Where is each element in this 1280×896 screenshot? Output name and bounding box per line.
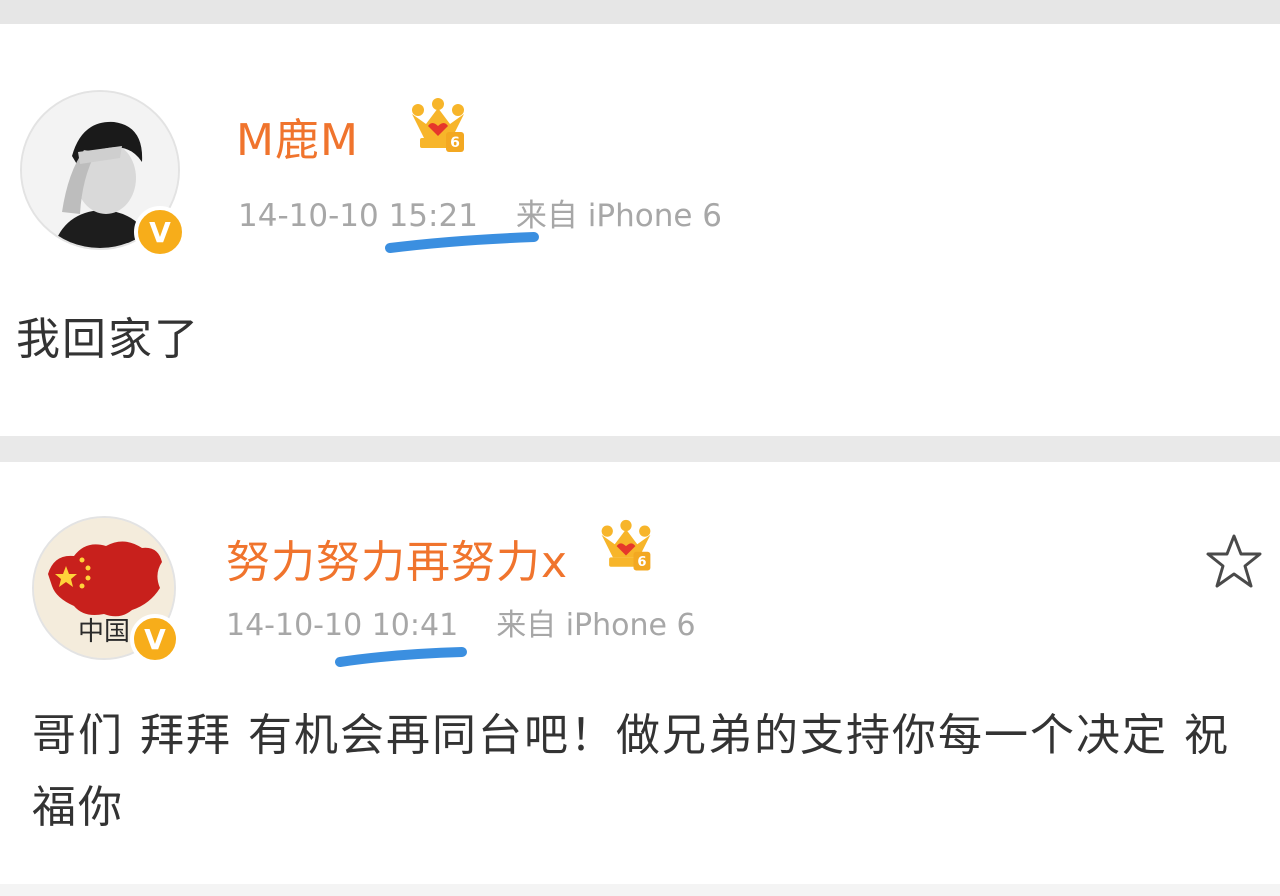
vip-crown-icon[interactable]: 6 <box>596 518 656 578</box>
post-meta: 14-10-10 10:41 来自 iPhone 6 <box>226 600 696 644</box>
post-source[interactable]: 来自 iPhone 6 <box>516 198 722 234</box>
highlight-underline <box>335 647 467 667</box>
vip-crown-icon[interactable]: 6 <box>406 96 470 160</box>
highlight-underline <box>385 232 539 253</box>
avatar-text: 中国 <box>78 617 130 647</box>
weibo-post-1[interactable]: V M鹿M 6 14-10-10 15:21 来自 iPhone 6 我回家了 <box>0 24 1280 436</box>
username[interactable]: 努力努力再努力x <box>226 526 568 590</box>
member-level: 6 <box>637 555 646 570</box>
post-separator <box>0 436 1280 462</box>
member-level: 6 <box>450 135 460 151</box>
verified-v-icon: V <box>130 614 180 664</box>
post-content: 我回家了 <box>16 314 200 365</box>
weibo-post-2[interactable]: 中国 V 努力努力再努力x 6 14-10-10 10:41 来自 iPhone … <box>0 462 1280 884</box>
post-date: 14-10-10 <box>238 198 379 234</box>
verified-v-icon: V <box>134 206 186 258</box>
top-separator <box>0 0 1280 24</box>
post-source[interactable]: 来自 iPhone 6 <box>496 608 695 643</box>
post-time: 10:41 <box>371 608 459 643</box>
star-outline-icon[interactable] <box>1202 530 1266 594</box>
post-date: 14-10-10 <box>226 608 363 643</box>
bottom-separator <box>0 884 1280 896</box>
post-content: 哥们 拜拜 有机会再同台吧！做兄弟的支持你每一个决定 祝福你 <box>32 710 1230 833</box>
username[interactable]: M鹿M <box>236 104 359 168</box>
